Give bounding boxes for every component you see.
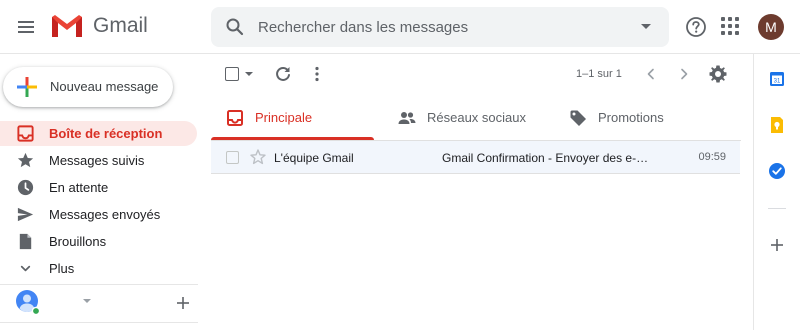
sidebar-item-drafts[interactable]: Brouillons (0, 229, 197, 254)
settings-gear-icon[interactable] (708, 64, 728, 84)
sidebar-item-label: En attente (49, 180, 109, 195)
sidebar-divider (0, 284, 198, 285)
email-row[interactable]: L'équipe Gmail Gmail Confirmation - Envo… (211, 141, 740, 174)
email-sender: L'équipe Gmail (274, 151, 354, 165)
search-icon[interactable] (225, 17, 245, 37)
people-icon (398, 112, 416, 124)
main-menu-icon[interactable] (14, 15, 38, 39)
hangouts-user-avatar-icon[interactable] (15, 289, 41, 315)
keep-notes-icon[interactable] (768, 116, 786, 134)
select-options-caret-icon[interactable] (245, 72, 253, 76)
sidebar-item-label: Plus (49, 261, 75, 276)
chevron-down-icon (20, 265, 31, 272)
hangouts-status-caret-icon[interactable] (83, 299, 91, 303)
add-addon-icon[interactable] (768, 236, 786, 254)
star-outline-icon[interactable] (249, 148, 267, 166)
rail-divider (768, 208, 786, 209)
sidebar-item-inbox[interactable]: Boîte de réception (0, 121, 197, 146)
tab-label: Principale (255, 110, 313, 125)
sidebar-item-starred[interactable]: Messages suivis (0, 148, 197, 173)
sidebar-item-more[interactable]: Plus (0, 256, 197, 281)
tab-promotions[interactable]: Promotions (554, 96, 717, 140)
tab-social[interactable]: Réseaux sociaux (383, 96, 546, 140)
select-all-checkbox[interactable] (225, 67, 239, 81)
search-input[interactable] (258, 16, 628, 38)
sidebar-item-label: Brouillons (49, 234, 107, 249)
send-icon (17, 207, 34, 222)
sidebar-item-label: Boîte de réception (49, 126, 163, 141)
compose-plus-icon (17, 77, 37, 97)
tab-label: Promotions (598, 110, 664, 125)
add-contact-icon[interactable] (175, 295, 191, 311)
compose-button[interactable]: Nouveau message (3, 67, 173, 107)
gmail-logo-icon[interactable] (50, 13, 84, 39)
message-toolbar: 1–1 sur 1 (211, 60, 741, 88)
tag-icon (570, 110, 586, 126)
inbox-icon (17, 125, 34, 142)
calendar-icon[interactable]: 31 (768, 70, 786, 88)
inbox-icon (227, 110, 243, 126)
svg-text:31: 31 (774, 79, 781, 85)
help-icon[interactable] (685, 16, 707, 38)
draft-icon (19, 233, 32, 250)
pagination-label: 1–1 sur 1 (576, 68, 622, 80)
email-time: 09:59 (698, 151, 726, 163)
app-header: Gmail M (0, 0, 800, 54)
apps-grid-icon[interactable] (721, 17, 741, 37)
search-options-icon[interactable] (641, 24, 651, 29)
chevron-left-icon[interactable] (643, 66, 659, 82)
side-panel-rail: 31 (753, 54, 800, 330)
account-avatar[interactable]: M (758, 14, 784, 40)
sidebar-divider (0, 322, 198, 323)
tab-primary[interactable]: Principale (211, 96, 374, 140)
more-options-icon[interactable] (309, 65, 325, 83)
refresh-icon[interactable] (274, 65, 292, 83)
gmail-logo-text: Gmail (93, 14, 148, 37)
sidebar-item-snoozed[interactable]: En attente (0, 175, 197, 200)
row-checkbox[interactable] (226, 151, 239, 164)
star-icon (17, 152, 34, 168)
compose-label: Nouveau message (50, 79, 159, 94)
clock-icon (17, 179, 34, 196)
sidebar-item-label: Messages envoyés (49, 207, 161, 222)
tab-label: Réseaux sociaux (427, 110, 526, 125)
sidebar-item-label: Messages suivis (49, 153, 145, 168)
email-subject: Gmail Confirmation - Envoyer des e-… (442, 151, 649, 165)
tasks-icon[interactable] (768, 162, 786, 180)
inbox-category-tabs: Principale Réseaux sociaux Promotions (211, 96, 741, 140)
sidebar-item-sent[interactable]: Messages envoyés (0, 202, 197, 227)
chevron-right-icon[interactable] (676, 66, 692, 82)
search-bar[interactable] (211, 7, 669, 47)
